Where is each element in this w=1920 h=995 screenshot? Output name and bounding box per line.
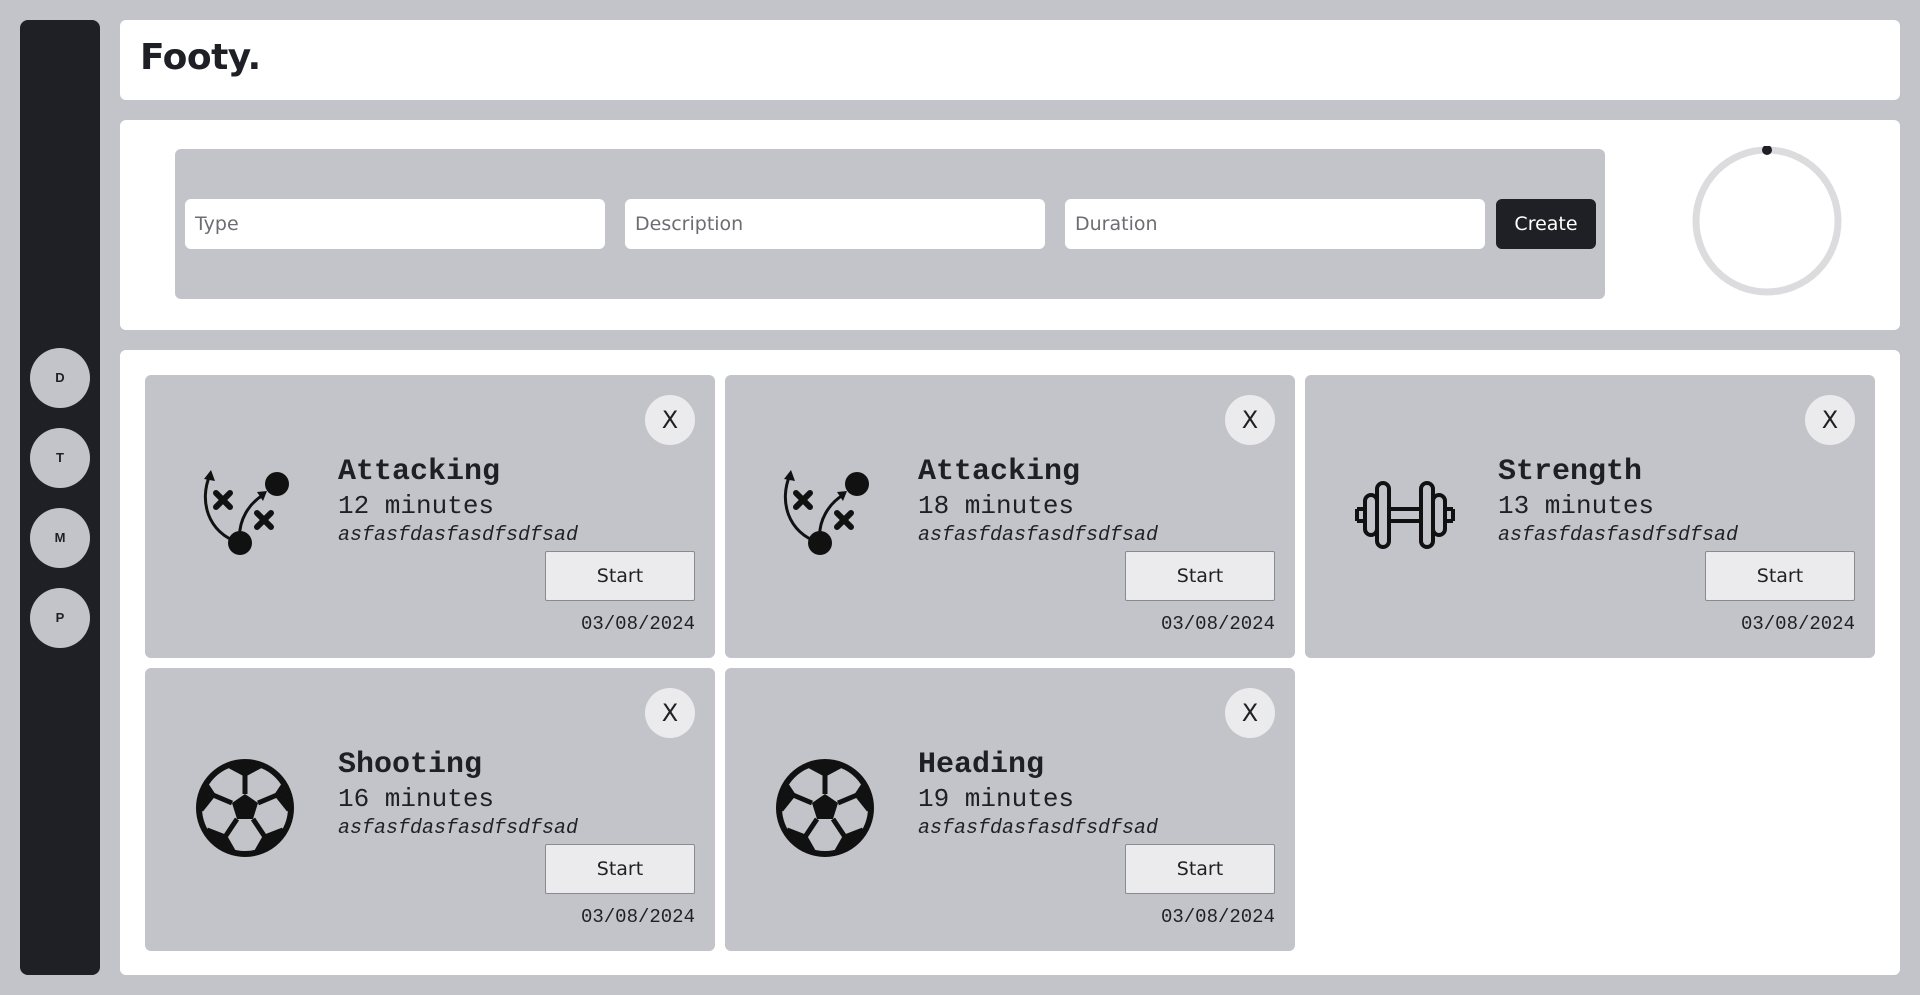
session-card: X Attacking 18 minutes asfasfdasfasdfsdf… xyxy=(725,375,1295,658)
session-type: Attacking xyxy=(338,455,501,489)
session-date: 03/08/2024 xyxy=(580,613,695,635)
session-type: Strength xyxy=(1498,455,1643,489)
timer-marker xyxy=(1762,146,1772,155)
session-card: X Strength 13 minutes asfasfdasfasdfsdfs… xyxy=(1305,375,1875,658)
soccer-ball-icon xyxy=(775,758,875,858)
soccer-ball-icon xyxy=(195,758,295,858)
session-list: X Attacking 12 minutes asfasfdasfasdfsdf… xyxy=(120,350,1900,975)
timer-ring xyxy=(1692,146,1842,296)
dumbbell-icon xyxy=(1355,465,1455,565)
sidebar: D T M P xyxy=(20,20,100,975)
session-date: 03/08/2024 xyxy=(1740,613,1855,635)
session-description: asfasfdasfasdfsdfsad xyxy=(1498,524,1739,547)
start-session-button[interactable]: Start xyxy=(1705,551,1855,601)
sidebar-item-d[interactable]: D xyxy=(30,347,90,408)
type-input[interactable] xyxy=(185,199,605,249)
delete-session-button[interactable]: X xyxy=(645,395,695,445)
session-description: asfasfdasfasdfsdfsad xyxy=(338,817,579,840)
delete-session-button[interactable]: X xyxy=(1225,395,1275,445)
session-date: 03/08/2024 xyxy=(1160,906,1275,928)
create-session-form: Create xyxy=(175,149,1605,299)
timer-track xyxy=(1692,146,1842,296)
session-duration: 18 minutes xyxy=(918,491,1075,521)
delete-session-button[interactable]: X xyxy=(1225,688,1275,738)
session-duration: 13 minutes xyxy=(1498,491,1655,521)
tactics-icon xyxy=(195,465,295,565)
sidebar-item-p[interactable]: P xyxy=(30,587,90,648)
session-duration: 12 minutes xyxy=(338,491,495,521)
session-description: asfasfdasfasdfsdfsad xyxy=(918,524,1159,547)
app-logo: Footy. xyxy=(140,37,261,78)
header: Footy. xyxy=(120,20,1900,100)
delete-session-button[interactable]: X xyxy=(1805,395,1855,445)
description-input[interactable] xyxy=(625,199,1045,249)
session-duration: 19 minutes xyxy=(918,784,1075,814)
create-session-panel: Create xyxy=(120,120,1900,330)
session-description: asfasfdasfasdfsdfsad xyxy=(918,817,1159,840)
tactics-icon xyxy=(775,465,875,565)
create-button[interactable]: Create xyxy=(1496,199,1596,249)
session-card: X Attacking 12 minutes asfasfdasfasdfsdf… xyxy=(145,375,715,658)
delete-session-button[interactable]: X xyxy=(645,688,695,738)
sidebar-item-t[interactable]: T xyxy=(30,427,90,488)
sidebar-item-m[interactable]: M xyxy=(30,507,90,568)
start-session-button[interactable]: Start xyxy=(1125,844,1275,894)
session-duration: 16 minutes xyxy=(338,784,495,814)
session-type: Heading xyxy=(918,748,1045,782)
duration-input[interactable] xyxy=(1065,199,1485,249)
start-session-button[interactable]: Start xyxy=(545,844,695,894)
session-date: 03/08/2024 xyxy=(1160,613,1275,635)
session-card: X Heading 19 minutes asfasfdasfasdfsdfsa… xyxy=(725,668,1295,951)
session-description: asfasfdasfasdfsdfsad xyxy=(338,524,579,547)
session-type: Shooting xyxy=(338,748,483,782)
session-card: X Shooting 16 minutes asfasfdasfasdfsdfs… xyxy=(145,668,715,951)
session-date: 03/08/2024 xyxy=(580,906,695,928)
start-session-button[interactable]: Start xyxy=(545,551,695,601)
start-session-button[interactable]: Start xyxy=(1125,551,1275,601)
session-type: Attacking xyxy=(918,455,1081,489)
